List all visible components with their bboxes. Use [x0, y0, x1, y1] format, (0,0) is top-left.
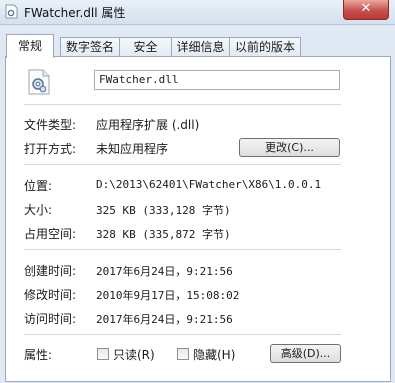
tab-details[interactable]: 详细信息	[171, 37, 230, 57]
open-with-label: 打开方式:	[24, 142, 77, 156]
dll-file-icon	[5, 4, 18, 19]
file-name-input[interactable]: FWatcher.dll	[94, 70, 340, 90]
hidden-checkbox[interactable]	[177, 348, 189, 360]
size-on-disk-value: 328 KB (335,872 字节)	[96, 228, 231, 241]
tab-general[interactable]: 常规	[6, 34, 54, 58]
tab-digital-signatures[interactable]: 数字签名	[60, 37, 120, 57]
accessed-label: 访问时间:	[24, 312, 77, 326]
title-bar: FWatcher.dll 属性 ✕	[0, 0, 395, 25]
close-button[interactable]: ✕	[343, 0, 389, 20]
location-label: 位置:	[24, 179, 53, 193]
readonly-label: 只读(R)	[113, 348, 155, 362]
divider	[24, 164, 341, 165]
divider	[24, 249, 341, 250]
modified-value: 2010年9月17日，15:08:02	[96, 289, 240, 302]
hidden-label: 隐藏(H)	[193, 348, 236, 362]
created-value: 2017年6月24日，9:21:56	[96, 265, 233, 278]
readonly-checkbox[interactable]	[97, 348, 109, 360]
size-on-disk-label: 占用空间:	[24, 227, 77, 241]
window-title: FWatcher.dll 属性	[24, 6, 126, 20]
change-button[interactable]: 更改(C)...	[239, 138, 340, 157]
divider	[24, 104, 341, 105]
created-label: 创建时间:	[24, 264, 77, 278]
location-value: D:\2013\62401\FWatcher\X86\1.0.0.1	[96, 178, 322, 191]
advanced-button[interactable]: 高级(D)...	[270, 344, 341, 363]
divider	[24, 334, 341, 335]
size-label: 大小:	[24, 203, 53, 217]
attributes-label: 属性:	[24, 348, 53, 362]
dll-gear-file-icon	[28, 69, 50, 95]
accessed-value: 2017年6月24日，9:21:56	[96, 313, 233, 326]
file-type-value: 应用程序扩展 (.dll)	[96, 118, 200, 132]
tab-security[interactable]: 安全	[119, 37, 172, 57]
tab-previous-versions[interactable]: 以前的版本	[229, 37, 301, 57]
modified-label: 修改时间:	[24, 288, 77, 302]
size-value: 325 KB (333,128 字节)	[96, 204, 231, 217]
file-type-label: 文件类型:	[24, 118, 77, 132]
open-with-value: 未知应用程序	[96, 142, 169, 156]
